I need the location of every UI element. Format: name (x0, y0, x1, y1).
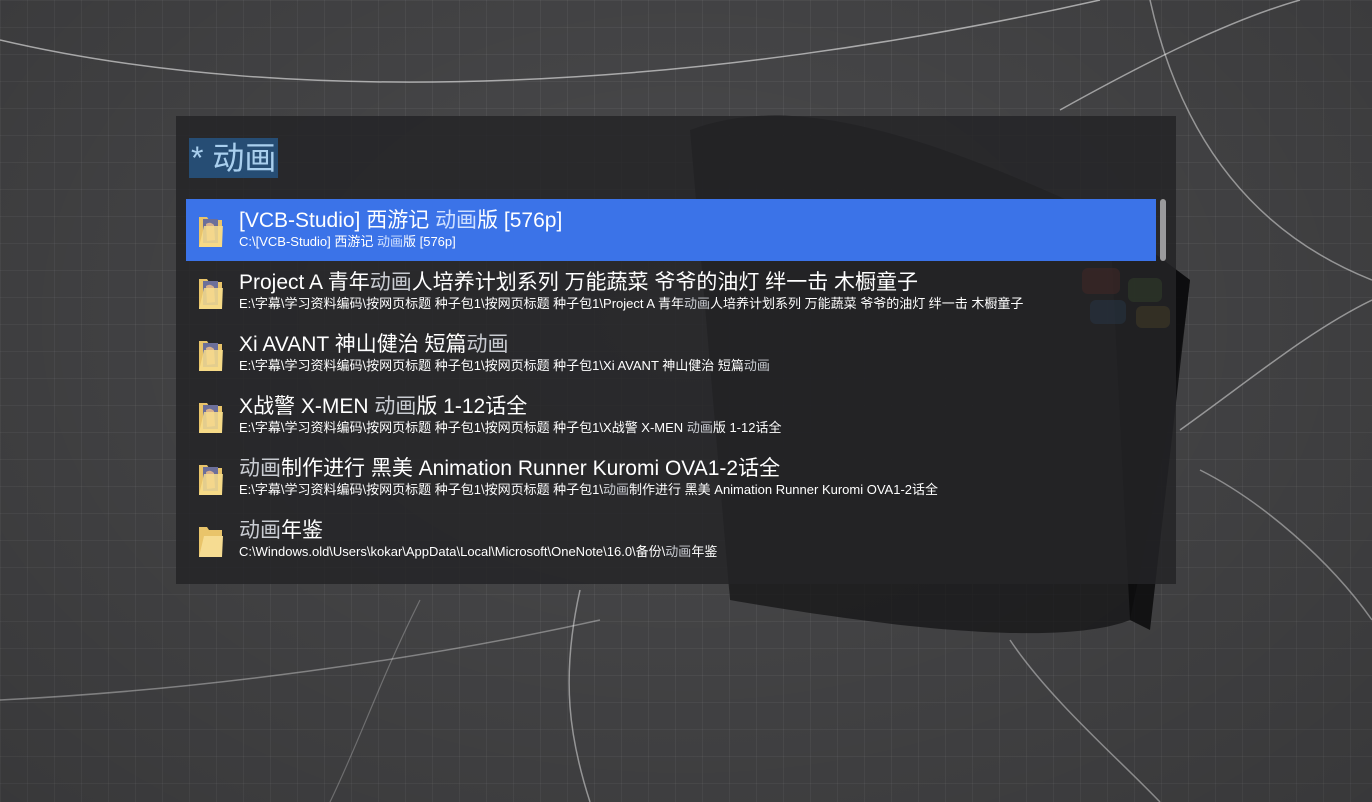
result-path: E:\字幕\学习资料编码\按网页标题 种子包1\按网页标题 种子包1\X战警 X… (239, 420, 781, 436)
match-highlight: 动画 (466, 333, 509, 356)
result-item[interactable]: X战警 X-MEN 动画版 1-12话全 E:\字幕\学习资料编码\按网页标题 种… (186, 385, 1156, 447)
result-item[interactable]: Xi AVANT 神山健治 短篇动画 E:\字幕\学习资料编码\按网页标题 种子包… (186, 323, 1156, 385)
match-highlight: 动画 (743, 358, 770, 373)
result-title-text: 年鉴 (281, 519, 323, 542)
match-highlight: 动画 (376, 234, 403, 249)
folder-with-image-icon (198, 462, 224, 496)
match-highlight: 动画 (374, 395, 417, 418)
result-path-text: 制作进行 黑美 Animation Runner Kuromi OVA1-2话全 (629, 482, 939, 497)
result-title: 动画年鉴 (239, 518, 323, 544)
result-path: C:\[VCB-Studio] 西游记 动画版 [576p] (239, 234, 456, 250)
folder-with-image-icon (198, 214, 224, 248)
match-highlight: 动画 (239, 457, 281, 480)
result-title-text: 人培养计划系列 万能蔬菜 爷爷的油灯 绊一击 木橱童子 (411, 271, 919, 294)
match-highlight: 动画 (435, 209, 478, 232)
result-title: Xi AVANT 神山健治 短篇动画 (239, 332, 509, 358)
result-item[interactable]: [VCB-Studio] 西游记 动画版 [576p] C:\[VCB-Studi… (186, 199, 1156, 261)
result-title-text: 制作进行 黑美 Animation Runner Kuromi OVA1-2话全 (281, 457, 781, 480)
match-highlight: 动画 (369, 271, 412, 294)
result-path-text: E:\字幕\学习资料编码\按网页标题 种子包1\按网页标题 种子包1\X战警 X… (239, 420, 687, 435)
match-highlight: 动画 (603, 482, 630, 497)
result-title-text: Project A 青年 (239, 271, 370, 294)
match-highlight: 动画 (665, 544, 692, 559)
result-title: X战警 X-MEN 动画版 1-12话全 (239, 394, 527, 420)
result-path-text: E:\字幕\学习资料编码\按网页标题 种子包1\按网页标题 种子包1\ (239, 482, 604, 497)
result-path-text: E:\字幕\学习资料编码\按网页标题 种子包1\按网页标题 种子包1\Xi AV… (239, 358, 744, 373)
result-item[interactable]: 动画年鉴 C:\Windows.old\Users\kokar\AppData\L… (186, 509, 1156, 571)
result-title-text: Xi AVANT 神山健治 短篇 (239, 333, 467, 356)
result-path: C:\Windows.old\Users\kokar\AppData\Local… (239, 544, 717, 560)
result-title-text: [VCB-Studio] 西游记 (239, 209, 436, 232)
result-title: [VCB-Studio] 西游记 动画版 [576p] (239, 208, 562, 234)
result-path-text: 版 [576p] (403, 234, 456, 249)
folder-with-image-icon (198, 400, 224, 434)
folder-icon (198, 524, 224, 558)
result-path-text: C:\[VCB-Studio] 西游记 (239, 234, 377, 249)
result-title: 动画制作进行 黑美 Animation Runner Kuromi OVA1-2… (239, 456, 780, 482)
result-path-text: 年鉴 (691, 544, 718, 559)
search-query-input[interactable]: * 动画 (189, 138, 279, 178)
result-title-text: X战警 X-MEN (239, 395, 375, 418)
results-scrollbar[interactable] (1160, 199, 1166, 261)
result-title-text: 版 [576p] (477, 209, 563, 232)
folder-with-image-icon (198, 338, 224, 372)
result-title: Project A 青年动画人培养计划系列 万能蔬菜 爷爷的油灯 绊一击 木橱童… (239, 270, 918, 296)
result-path-text: 人培养计划系列 万能蔬菜 爷爷的油灯 绊一击 木橱童子 (709, 296, 1024, 311)
result-title-text: 版 1-12话全 (416, 395, 528, 418)
result-path-text: C:\Windows.old\Users\kokar\AppData\Local… (239, 544, 666, 559)
result-path: E:\字幕\学习资料编码\按网页标题 种子包1\按网页标题 种子包1\Proje… (239, 296, 1023, 312)
result-path: E:\字幕\学习资料编码\按网页标题 种子包1\按网页标题 种子包1\动画制作进… (239, 482, 938, 498)
result-path: E:\字幕\学习资料编码\按网页标题 种子包1\按网页标题 种子包1\Xi AV… (239, 358, 770, 374)
result-path-text: E:\字幕\学习资料编码\按网页标题 种子包1\按网页标题 种子包1\Proje… (239, 296, 684, 311)
folder-with-image-icon (198, 276, 224, 310)
result-item[interactable]: 动画制作进行 黑美 Animation Runner Kuromi OVA1-2… (186, 447, 1156, 509)
results-list: [VCB-Studio] 西游记 动画版 [576p] C:\[VCB-Studi… (186, 199, 1156, 571)
result-path-text: 版 1-12话全 (712, 420, 782, 435)
match-highlight: 动画 (239, 519, 281, 542)
result-item[interactable]: Project A 青年动画人培养计划系列 万能蔬菜 爷爷的油灯 绊一击 木橱童… (186, 261, 1156, 323)
match-highlight: 动画 (686, 420, 713, 435)
match-highlight: 动画 (683, 296, 710, 311)
launcher-window: * 动画 [VCB-Studio] 西游记 动画版 [576p] C:\[VCB-… (176, 116, 1176, 584)
